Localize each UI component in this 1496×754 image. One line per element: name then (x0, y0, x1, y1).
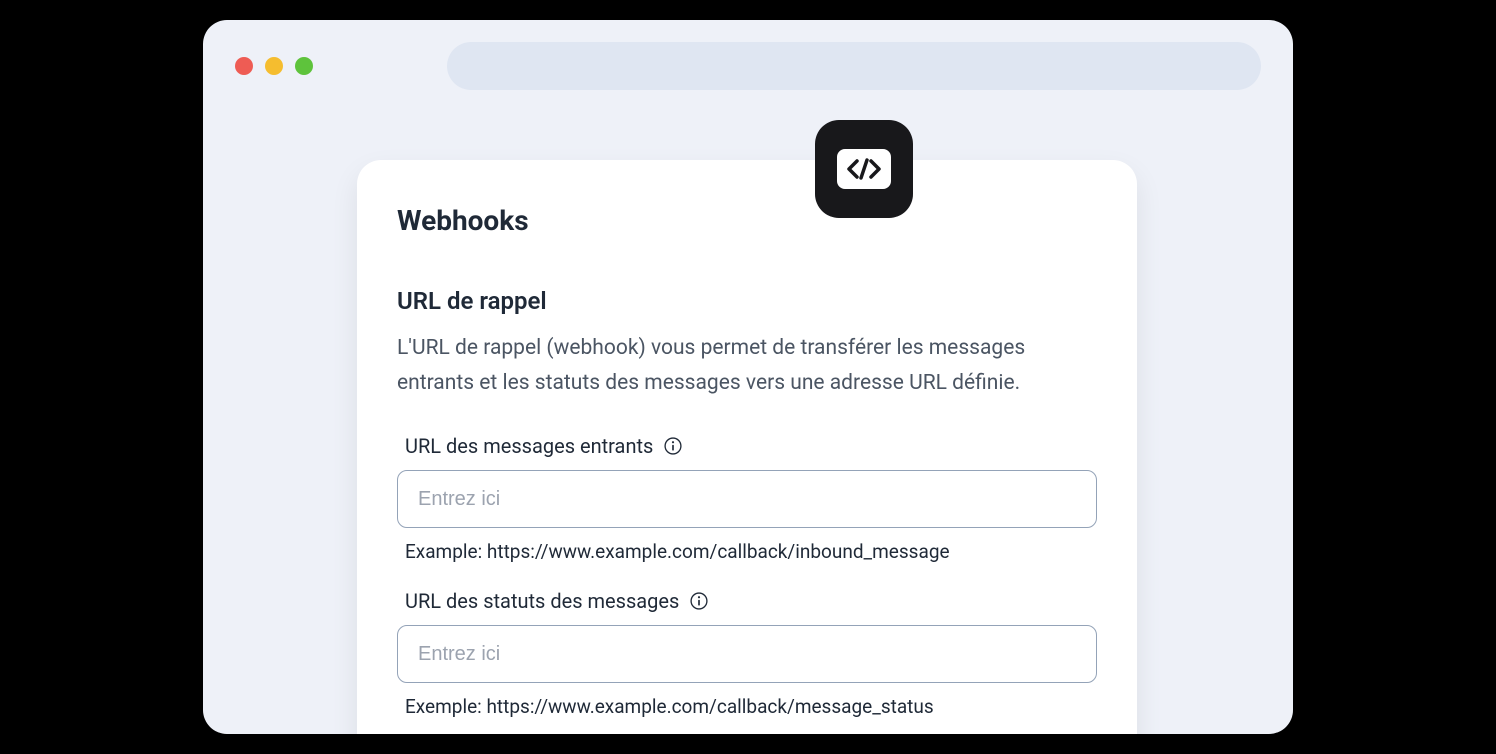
status-url-field: URL des statuts des messages Exemple: ht… (397, 589, 1097, 718)
close-window-button[interactable] (235, 57, 253, 75)
address-bar[interactable] (447, 42, 1261, 90)
minimize-window-button[interactable] (265, 57, 283, 75)
inbound-url-label-row: URL des messages entrants (397, 434, 1097, 458)
traffic-lights (235, 57, 313, 75)
info-icon[interactable] (689, 591, 709, 611)
section-title: URL de rappel (397, 287, 1097, 315)
webhooks-card: Webhooks URL de rappel L'URL de rappel (… (357, 160, 1137, 734)
inbound-url-field: URL des messages entrants Example: https… (397, 434, 1097, 563)
code-badge (815, 120, 913, 218)
status-url-example: Exemple: https://www.example.com/callbac… (397, 695, 1097, 718)
maximize-window-button[interactable] (295, 57, 313, 75)
inbound-url-example: Example: https://www.example.com/callbac… (397, 540, 1097, 563)
browser-chrome (203, 20, 1293, 108)
section-description: L'URL de rappel (webhook) vous permet de… (397, 331, 1097, 400)
status-url-input[interactable] (397, 625, 1097, 683)
status-url-label-row: URL des statuts des messages (397, 589, 1097, 613)
inbound-url-input[interactable] (397, 470, 1097, 528)
info-icon[interactable] (663, 436, 683, 456)
browser-window: Webhooks URL de rappel L'URL de rappel (… (203, 20, 1293, 734)
code-icon (837, 149, 891, 189)
card-title: Webhooks (397, 204, 1097, 237)
status-url-label: URL des statuts des messages (405, 589, 679, 613)
inbound-url-label: URL des messages entrants (405, 434, 653, 458)
